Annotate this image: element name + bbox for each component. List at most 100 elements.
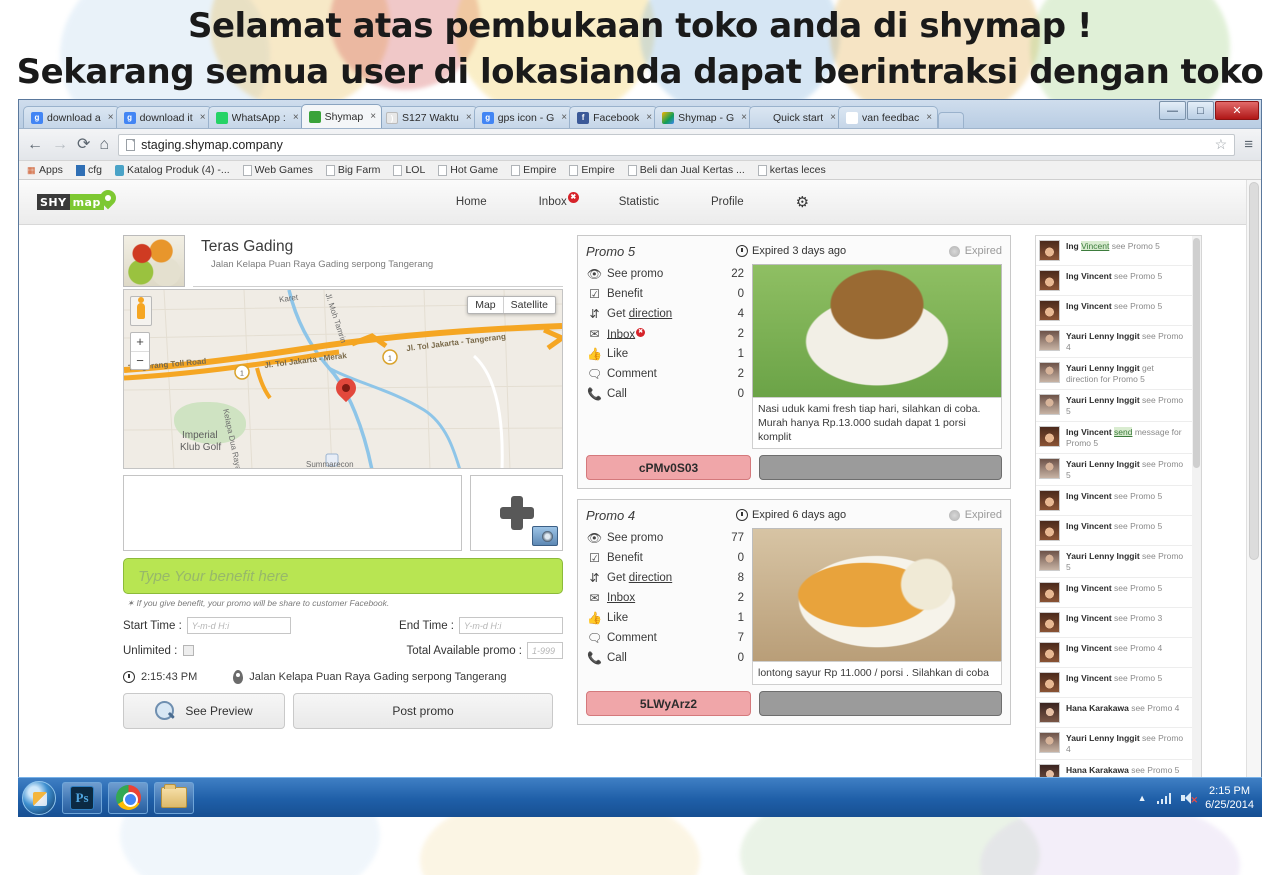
browser-tab[interactable]: g gps icon - G × — [473, 106, 574, 128]
feed-item[interactable]: Ing Vincent see Promo 5 — [1036, 266, 1192, 296]
stat-row[interactable]: 👍 Like 1 — [586, 608, 744, 628]
close-icon[interactable]: × — [561, 112, 567, 123]
browser-tab-active[interactable]: Shymap × — [300, 104, 383, 128]
feed-item[interactable]: Ing Vincent see Promo 5 — [1036, 578, 1192, 608]
bookmark-star-icon[interactable]: ☆ — [1215, 136, 1228, 153]
nav-profile[interactable]: Profile — [711, 196, 744, 208]
feed-item[interactable]: Ing Vincent see Promo 5 — [1036, 296, 1192, 326]
close-icon[interactable]: × — [200, 112, 206, 123]
post-promo-button[interactable]: Post promo — [293, 693, 553, 729]
map-type-map[interactable]: Map — [468, 297, 502, 313]
close-icon[interactable]: × — [293, 112, 299, 123]
forward-icon[interactable]: → — [52, 136, 68, 153]
bookmark-item[interactable]: Big Farm — [325, 164, 380, 176]
back-icon[interactable]: ← — [27, 136, 43, 153]
maximize-button[interactable]: □ — [1187, 101, 1214, 120]
bookmark-apps[interactable]: ▦ Apps — [27, 164, 63, 176]
unlimited-checkbox[interactable] — [183, 645, 195, 656]
new-tab-button[interactable] — [938, 112, 965, 128]
start-orb-icon[interactable] — [22, 780, 56, 815]
browser-tab[interactable]: ) S127 Waktu × — [378, 106, 478, 128]
speaker-muted-icon[interactable]: ✕ — [1181, 791, 1198, 805]
stat-row[interactable]: ✉ Inbox 2 — [586, 588, 744, 608]
stat-row[interactable]: ⇵ Get direction 8 — [586, 568, 744, 588]
bookmark-item[interactable]: Hot Game — [438, 164, 498, 176]
signal-bars-icon[interactable] — [1156, 792, 1172, 804]
stat-row[interactable]: ⇵ Get direction 4 — [586, 304, 744, 324]
map-zoom-controls[interactable]: + − — [130, 332, 150, 370]
feed-item[interactable]: Yauri Lenny Inggit get direction for Pro… — [1036, 358, 1192, 390]
close-icon[interactable]: × — [108, 112, 114, 123]
stat-row[interactable]: 🗨 Comment 7 — [586, 628, 744, 648]
stat-row[interactable]: 👁 See promo 22 — [586, 264, 744, 284]
feed-item[interactable]: Yauri Lenny Inggit see Promo 5 — [1036, 454, 1192, 486]
feed-item[interactable]: Hana Karakawa see Promo 4 — [1036, 698, 1192, 728]
bookmark-item[interactable]: kertas leces — [757, 164, 826, 176]
browser-tab[interactable]: Mvan feedbac × — [838, 106, 939, 128]
feed-item[interactable]: Ing Vincent see Promo 5 — [1036, 486, 1192, 516]
taskbar-item-explorer[interactable] — [154, 781, 194, 814]
bookmark-item[interactable]: cfg — [75, 164, 102, 176]
show-hidden-icons[interactable]: ▲ — [1138, 793, 1147, 803]
stat-row[interactable]: 👍 Like 1 — [586, 344, 744, 364]
browser-tab[interactable]: Shymap - G × — [654, 106, 753, 128]
feed-item[interactable]: Ing Vincent see Promo 5 — [1036, 668, 1192, 698]
taskbar-item-photoshop[interactable]: Ps — [62, 781, 102, 814]
browser-tab[interactable]: WhatsApp : × — [207, 106, 305, 128]
home-icon[interactable]: ⌂ — [99, 136, 109, 153]
page-scrollbar[interactable] — [1246, 180, 1261, 806]
feed-scrollbar[interactable] — [1192, 236, 1201, 779]
end-time-input[interactable]: Y-m-d H:i — [459, 617, 563, 634]
promo-photo-preview[interactable] — [123, 475, 462, 551]
promo-code-button[interactable]: cPMv0S03 — [586, 455, 751, 480]
close-icon[interactable]: × — [466, 112, 472, 123]
feed-item[interactable]: Ing Vincent see Promo 5 — [1036, 236, 1192, 266]
inbox-link[interactable]: Inbox — [607, 328, 635, 340]
feed-item[interactable]: Yauri Lenny Inggit see Promo 4 — [1036, 326, 1192, 358]
page-scrollbar-thumb[interactable] — [1249, 182, 1259, 560]
stat-row[interactable]: ☑ Benefit 0 — [586, 548, 744, 568]
feed-item[interactable]: Yauri Lenny Inggit see Promo 4 — [1036, 728, 1192, 760]
browser-tab[interactable]: g download a × — [23, 106, 120, 128]
bookmark-item[interactable]: Katalog Produk (4) -... — [114, 164, 230, 176]
map-widget[interactable]: 1 1 Karet Jl. Moh Tamrin Tangerang Toll … — [123, 289, 563, 469]
map-type-toggle[interactable]: Map Satellite — [467, 296, 556, 314]
close-icon[interactable]: × — [741, 112, 747, 123]
close-icon[interactable]: × — [370, 111, 376, 122]
taskbar-clock[interactable]: 2:15 PM 6/25/2014 — [1205, 784, 1254, 812]
bookmark-item[interactable]: Empire — [511, 164, 556, 176]
total-promo-input[interactable]: 1-999 — [527, 642, 563, 659]
feed-scrollbar-thumb[interactable] — [1193, 238, 1200, 468]
browser-tab[interactable]: g download it × — [115, 106, 212, 128]
nav-home[interactable]: Home — [456, 196, 487, 208]
menu-icon[interactable]: ≡ — [1244, 136, 1253, 153]
stat-row[interactable]: ✉ Inbox ✖ 2 — [586, 324, 744, 344]
feed-item[interactable]: Yauri Lenny Inggit see Promo 5 — [1036, 546, 1192, 578]
feed-link[interactable]: send — [1114, 427, 1133, 437]
direction-link[interactable]: direction — [629, 572, 672, 584]
feed-link[interactable]: Vincent — [1081, 241, 1110, 251]
bookmark-item[interactable]: Beli dan Jual Kertas ... — [627, 164, 745, 176]
address-bar[interactable]: staging.shymap.company ☆ — [118, 133, 1236, 156]
gear-icon[interactable]: ⚙ — [796, 193, 809, 211]
promo-code-button[interactable]: 5LWyArz2 — [586, 691, 751, 716]
stat-row[interactable]: 📞 Call 0 — [586, 648, 744, 668]
browser-tab[interactable]: f Facebook × — [569, 106, 659, 128]
see-preview-button[interactable]: See Preview — [123, 693, 285, 729]
bookmark-item[interactable]: Web Games — [242, 164, 313, 176]
feed-item[interactable]: Ing Vincent see Promo 5 — [1036, 516, 1192, 546]
stat-row[interactable]: 👁 See promo 77 — [586, 528, 744, 548]
add-photo-button[interactable] — [470, 475, 563, 551]
browser-tab[interactable]: Quick start × — [748, 106, 843, 128]
reload-icon[interactable]: ⟳ — [77, 136, 90, 153]
close-window-button[interactable]: ✕ — [1215, 101, 1259, 120]
close-icon[interactable]: × — [830, 112, 836, 123]
benefit-input[interactable]: Type Your benefit here — [123, 558, 563, 594]
close-icon[interactable]: × — [926, 112, 932, 123]
zoom-in-button[interactable]: + — [131, 333, 149, 351]
feed-item[interactable]: Ing Vincent see Promo 3 — [1036, 608, 1192, 638]
inbox-link[interactable]: Inbox — [607, 592, 635, 604]
stat-row[interactable]: 📞 Call 0 — [586, 384, 744, 404]
bookmark-item[interactable]: Empire — [569, 164, 615, 176]
map-type-satellite[interactable]: Satellite — [502, 297, 555, 313]
